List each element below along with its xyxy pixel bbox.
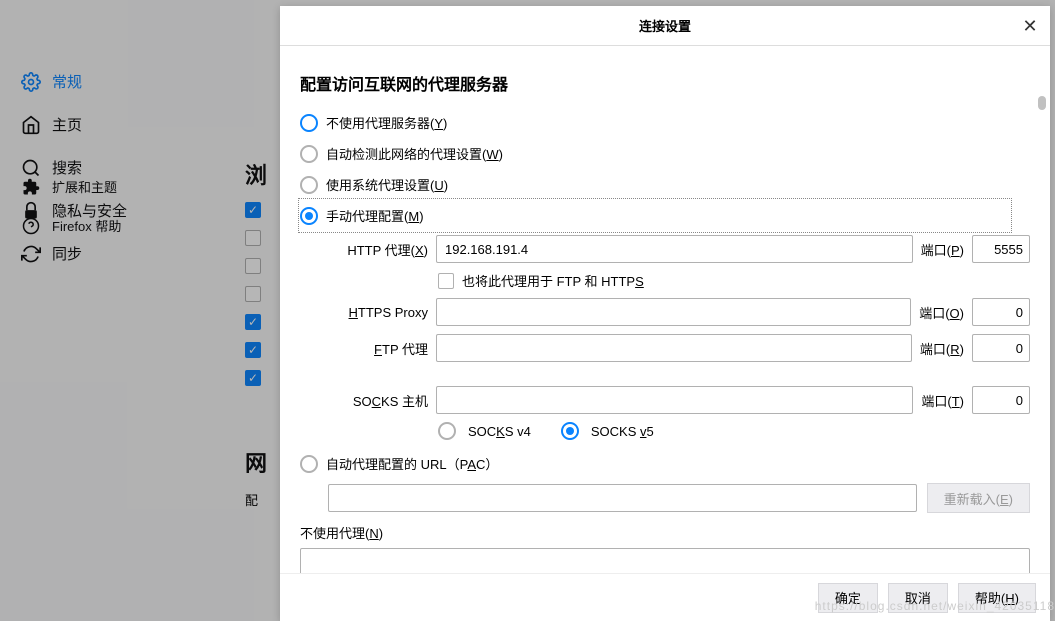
radio-icon: [300, 455, 318, 473]
noproxy-input[interactable]: [300, 548, 1030, 573]
socks-port-label: 端口(T): [921, 391, 964, 410]
share-proxy-checkbox[interactable]: [438, 273, 454, 289]
radio-label: 自动检测此网络的代理设置(W): [326, 144, 503, 163]
socks-input[interactable]: [436, 386, 913, 414]
radio-icon: [300, 176, 318, 194]
https-port-input[interactable]: [972, 298, 1030, 326]
pac-row: 重新载入(E): [328, 483, 1030, 513]
noproxy-label: 不使用代理(N): [300, 523, 1030, 542]
socks4-radio[interactable]: [438, 422, 456, 440]
radio-no-proxy[interactable]: 不使用代理服务器(Y): [300, 107, 1030, 138]
share-proxy-label: 也将此代理用于 FTP 和 HTTPS: [462, 271, 644, 290]
radio-label: 自动代理配置的 URL（PAC）: [326, 454, 498, 473]
scrollbar-thumb[interactable]: [1038, 96, 1046, 110]
radio-auto-detect[interactable]: 自动检测此网络的代理设置(W): [300, 138, 1030, 169]
https-proxy-row: HTTPS Proxy 端口(O): [328, 298, 1030, 326]
radio-label: 使用系统代理设置(U): [326, 175, 448, 194]
socks5-radio[interactable]: [561, 422, 579, 440]
ftp-proxy-input[interactable]: [436, 334, 912, 362]
connection-settings-dialog: 连接设置 ✕ 配置访问互联网的代理服务器 不使用代理服务器(Y) 自动检测此网络…: [280, 6, 1050, 621]
radio-label: 不使用代理服务器(Y): [326, 113, 447, 132]
radio-label: 手动代理配置(M): [326, 206, 424, 225]
socks-row: SOCKS 主机 端口(T): [328, 386, 1030, 414]
dialog-footer: 确定 取消 帮助(H): [280, 573, 1050, 621]
ftp-proxy-row: FTP 代理 端口(R): [328, 334, 1030, 362]
radio-system-proxy[interactable]: 使用系统代理设置(U): [300, 169, 1030, 200]
radio-manual-proxy[interactable]: 手动代理配置(M): [300, 200, 1010, 231]
ftp-label: FTP 代理: [328, 339, 428, 358]
http-proxy-input[interactable]: [436, 235, 913, 263]
cancel-button[interactable]: 取消: [888, 583, 948, 613]
socks-label: SOCKS 主机: [328, 391, 428, 410]
ftp-port-input[interactable]: [972, 334, 1030, 362]
socks4-label: SOCKS v4: [468, 424, 531, 439]
ok-button[interactable]: 确定: [818, 583, 878, 613]
https-port-label: 端口(O): [919, 303, 964, 322]
help-button[interactable]: 帮助(H): [958, 583, 1036, 613]
dialog-body: 配置访问互联网的代理服务器 不使用代理服务器(Y) 自动检测此网络的代理设置(W…: [280, 46, 1050, 573]
http-proxy-row: HTTP 代理(X) 端口(P): [328, 235, 1030, 263]
radio-icon: [300, 114, 318, 132]
pac-url-input[interactable]: [328, 484, 917, 512]
https-proxy-input[interactable]: [436, 298, 911, 326]
socks-version-row: SOCKS v4 SOCKS v5: [438, 422, 1030, 440]
http-label: HTTP 代理(X): [328, 240, 428, 259]
ftp-port-label: 端口(R): [920, 339, 964, 358]
share-proxy-row[interactable]: 也将此代理用于 FTP 和 HTTPS: [438, 271, 1030, 290]
section-heading: 配置访问互联网的代理服务器: [300, 71, 1030, 95]
reload-button[interactable]: 重新载入(E): [927, 483, 1030, 513]
dialog-title: 连接设置: [639, 16, 691, 35]
http-port-input[interactable]: [972, 235, 1030, 263]
dialog-header: 连接设置 ✕: [280, 6, 1050, 46]
close-icon[interactable]: ✕: [1020, 16, 1040, 36]
https-label: HTTPS Proxy: [328, 305, 428, 320]
radio-icon: [300, 145, 318, 163]
radio-pac[interactable]: 自动代理配置的 URL（PAC）: [300, 448, 1030, 479]
socks-port-input[interactable]: [972, 386, 1030, 414]
scrollbar[interactable]: [1032, 46, 1048, 573]
radio-icon: [300, 207, 318, 225]
socks5-label: SOCKS v5: [591, 424, 654, 439]
http-port-label: 端口(P): [921, 240, 964, 259]
